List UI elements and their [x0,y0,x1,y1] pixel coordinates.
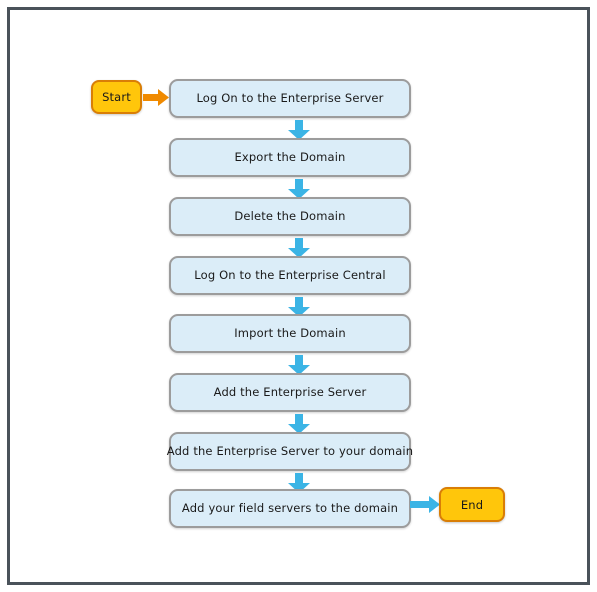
arrow-down-icon [288,355,310,375]
arrow-right-icon [410,496,440,513]
flowchart-node-end[interactable]: End [439,487,505,522]
connector-step-1-to-step-2 [287,120,311,140]
flowchart-node-step-1[interactable]: Log On to the Enterprise Server [169,79,411,118]
connector-step-3-to-step-4 [287,238,311,258]
step-5-label: Import the Domain [234,326,346,341]
flowchart-node-step-2[interactable]: Export the Domain [169,138,411,177]
step-7-label: Add the Enterprise Server to your domain [166,444,414,459]
flowchart-node-step-4[interactable]: Log On to the Enterprise Central [169,256,411,295]
end-node-label: End [460,497,484,512]
connector-step-2-to-step-3 [287,179,311,199]
flowchart-node-step-5[interactable]: Import the Domain [169,314,411,353]
connector-step-8-to-end [410,496,441,513]
step-2-label: Export the Domain [234,150,346,165]
connector-step-5-to-step-6 [287,355,311,375]
diagram-frame: Start Log On to the Enterprise Server Ex… [7,7,590,585]
flowchart-node-step-8[interactable]: Add your field servers to the domain [169,489,411,528]
step-4-label: Log On to the Enterprise Central [194,268,386,283]
flowchart-canvas: Start Log On to the Enterprise Server Ex… [10,10,587,582]
step-3-label: Delete the Domain [234,209,346,224]
flowchart-node-step-3[interactable]: Delete the Domain [169,197,411,236]
arrow-down-icon [288,414,310,434]
flowchart-node-step-6[interactable]: Add the Enterprise Server [169,373,411,412]
start-node-label: Start [102,90,131,104]
arrow-right-icon [143,89,169,106]
step-6-label: Add the Enterprise Server [213,385,367,400]
step-1-label: Log On to the Enterprise Server [196,91,384,106]
arrow-down-icon [288,120,310,140]
connector-start-to-step-1 [143,89,170,106]
flowchart-node-start[interactable]: Start [91,80,142,114]
connector-step-6-to-step-7 [287,414,311,434]
step-8-label: Add your field servers to the domain [181,501,399,516]
arrow-down-icon [288,179,310,199]
arrow-down-icon [288,238,310,258]
flowchart-node-step-7[interactable]: Add the Enterprise Server to your domain [167,432,413,471]
